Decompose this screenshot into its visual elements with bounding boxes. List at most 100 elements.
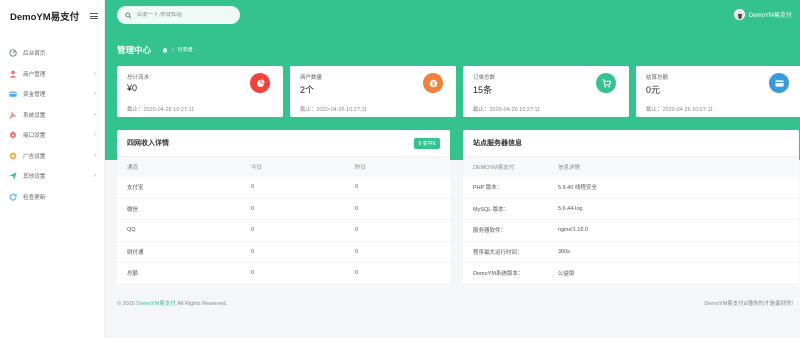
sidebar-item[interactable]: 商户管理 › — [0, 64, 104, 85]
brand-title: DemoYM易支付 — [10, 12, 80, 23]
menu-toggle-icon[interactable] — [90, 13, 98, 19]
server-panel-title: 站点服务器信息 — [473, 140, 522, 147]
stat-card: 订单总数 15条截止：2020-04-26 10:27:11 — [463, 66, 629, 117]
table-row: 服务器软件： nginx/1.16.0 — [463, 220, 799, 242]
user-name: DemoYM易支付 — [748, 13, 792, 19]
chevron-right-icon: › — [94, 70, 96, 77]
info-value-cell: nginx/1.16.0 — [558, 227, 588, 234]
stat-card: 总计流水 ¥0 截止：2020-04-26 10:27:11 — [117, 66, 283, 117]
server-panel-header: 站点服务器信息 — [463, 130, 799, 157]
sidebar-item[interactable]: 系统设置 › — [0, 105, 104, 126]
info-key-cell: PHP 版本： — [473, 185, 503, 192]
server-table-header: DEMOYM易支付 信息详情 — [463, 157, 799, 177]
search-box[interactable] — [117, 6, 240, 24]
pie-chart-icon — [250, 73, 270, 93]
stat-timestamp: 截止：2020-04-26 10:27:11 — [300, 107, 368, 113]
sidebar-item[interactable]: 接口设置 › — [0, 125, 104, 146]
today-cell: 0 — [251, 205, 255, 212]
rights-text: All Rights Reserved. — [177, 301, 228, 307]
channel-cell: 财付通 — [127, 249, 144, 256]
svg-text:$: $ — [432, 81, 435, 87]
coin-icon: $ — [423, 73, 443, 93]
footer-copyright: © 2020 DemoYM易支付 All Rights Reserved. — [117, 299, 227, 307]
info-value-cell: 5.6.40 线程安全 — [558, 185, 597, 192]
sidebar-item[interactable]: 资金管理 › — [0, 84, 104, 105]
yesterday-cell: 0 — [355, 270, 359, 277]
table-row: MySQL 版本： 5.6.44-log — [463, 199, 799, 220]
stat-value: 0元 — [646, 85, 661, 95]
channel-cell: 支付宝 — [127, 185, 144, 192]
cart-icon — [596, 73, 616, 93]
yesterday-cell: 0 — [355, 227, 359, 234]
sidebar-item-label: 广告设置 — [23, 153, 46, 160]
sidebar-item[interactable]: 广告设置 › — [0, 146, 104, 167]
breadcrumb-current: 仪表盘 — [177, 47, 193, 53]
stat-label: 总计流水 — [127, 75, 150, 81]
sidebar-item[interactable]: 其他设置 › — [0, 166, 104, 187]
copyright-year: © 2020 — [117, 301, 135, 307]
info-key-cell: 服务器软件： — [473, 228, 507, 235]
chevron-right-icon: › — [94, 152, 96, 159]
server-panel: 站点服务器信息 DEMOYM易支付 信息详情 PHP 版本： 5.6.40 线程安… — [463, 130, 799, 286]
footer-right-text: DemoYM易支付&懂你的才是最好的! — [704, 301, 793, 307]
chevron-right-icon: › — [94, 91, 96, 98]
sidebar-item-label: 商户管理 — [23, 71, 46, 78]
sidebar-item[interactable]: 后台首页 — [0, 43, 104, 64]
plug-icon — [9, 131, 17, 139]
brand-bar: DemoYM易支付 — [0, 0, 104, 32]
table-row: 总额 0 0 — [117, 263, 450, 285]
sidebar-item-label: 接口设置 — [23, 133, 46, 140]
sidebar-item-label: 其他设置 — [23, 174, 46, 181]
column-header: 信息详情 — [558, 165, 581, 171]
dashboard-icon — [9, 49, 17, 57]
user-menu[interactable]: DemoYM易支付 — [733, 9, 792, 20]
stat-value: ¥0 — [127, 83, 138, 93]
info-key-cell: MySQL 版本： — [473, 206, 510, 213]
income-panel: 四网收入详情 9 变中E 通道 今日 昨日 支付宝 0 0 微信 0 0 QQ 0 0 财付通 0 0… — [117, 130, 450, 286]
table-row: PHP 版本： 5.6.40 线程安全 — [463, 177, 799, 199]
column-header: 昨日 — [355, 165, 367, 171]
channel-cell: 总额 — [127, 271, 139, 278]
table-row: 财付通 0 0 — [117, 242, 450, 263]
stat-timestamp: 截止：2020-04-26 10:27:11 — [646, 107, 714, 113]
stat-timestamp: 截止：2020-04-26 10:27:11 — [473, 107, 541, 113]
wallet-icon — [9, 90, 17, 98]
income-panel-title: 四网收入详情 — [127, 140, 169, 147]
sidebar-nav: 后台首页 商户管理 › 资金管理 › 系统设置 › 接口设置 › 广告设置 › 其他设置 › 检查更新 — [0, 43, 104, 207]
income-badge[interactable]: 9 变中E — [414, 137, 440, 149]
sidebar-item-label: 系统设置 — [23, 112, 46, 119]
stat-card: 商户数量 2个截止：2020-04-26 10:27:11 $ — [290, 66, 456, 117]
stat-label: 商户数量 — [300, 75, 323, 81]
home-icon[interactable] — [162, 47, 168, 53]
sidebar: DemoYM易支付 后台首页 商户管理 › 资金管理 › 系统设置 › 接口设置 › 广告设置 › 其… — [0, 0, 105, 338]
search-input[interactable] — [136, 12, 232, 18]
table-row: 支付宝 0 0 — [117, 177, 450, 199]
avatar — [733, 9, 745, 20]
income-panel-header: 四网收入详情 9 变中E — [117, 130, 450, 157]
table-row: 微信 0 0 — [117, 199, 450, 220]
stat-timestamp: 截止：2020-04-26 10:27:11 — [127, 107, 195, 113]
today-cell: 0 — [251, 248, 255, 255]
sidebar-item-label: 资金管理 — [23, 92, 46, 99]
footer-brand-link[interactable]: DemoYM易支付 — [136, 301, 175, 307]
send-icon — [9, 172, 17, 180]
stat-label: 订单总数 — [473, 75, 496, 81]
today-cell: 0 — [251, 270, 255, 277]
stat-value: 15条 — [473, 85, 493, 95]
page-title: 管理中心 — [117, 45, 152, 55]
refresh-icon — [9, 193, 17, 201]
chevron-right-icon: › — [94, 173, 96, 180]
chevron-right-icon: › — [94, 132, 96, 139]
table-row: 程序最大运行时间： 300s — [463, 242, 799, 263]
info-value-cell: 5.6.44-log — [558, 205, 583, 212]
search-icon — [125, 12, 132, 18]
sidebar-item[interactable]: 检查更新 — [0, 187, 104, 208]
breadcrumb: › 仪表盘 — [162, 46, 193, 53]
stat-value: 2个 — [300, 85, 315, 95]
info-value-cell: 300s — [558, 248, 570, 255]
column-header: DEMOYM易支付 — [473, 165, 515, 171]
column-header: 今日 — [251, 165, 263, 171]
settings-icon — [9, 111, 17, 119]
stat-card: 结算总额 0元 截止：2020-04-26 10:27:11 — [636, 66, 800, 117]
table-row: DemoYM系统版本： 公益版 — [463, 263, 799, 285]
